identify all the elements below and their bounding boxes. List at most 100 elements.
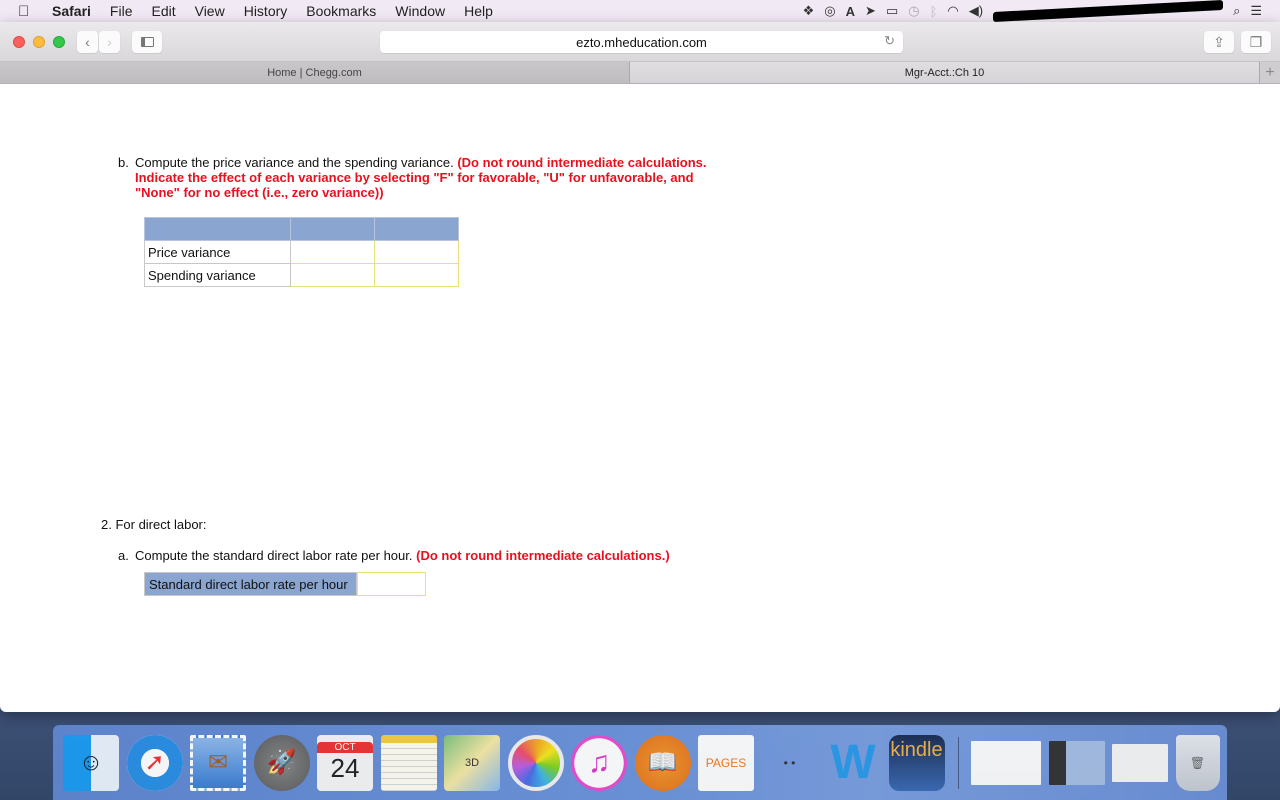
question-2-heading: 2. For direct labor: (101, 517, 207, 532)
safari-compass-icon: ➚ (144, 749, 165, 776)
tab-chegg[interactable]: Home | Chegg.com (0, 62, 630, 83)
dock-kindle[interactable]: kindle (888, 734, 945, 791)
time-machine-icon[interactable]: ◷ (908, 3, 919, 19)
window-controls (13, 35, 73, 48)
dock-photos[interactable] (507, 734, 564, 791)
chevron-left-icon: ‹ (85, 33, 90, 50)
menu-window[interactable]: Window (395, 3, 445, 19)
dock-popcorn-time[interactable]: • • (762, 735, 818, 791)
fullscreen-window-button[interactable] (53, 35, 65, 48)
safari-window: ‹ › ezto.mheducation.com ↻ ⇪ ❐ Home | Ch… (0, 22, 1280, 712)
kindle-icon: kindle (890, 738, 943, 761)
minimize-window-button[interactable] (33, 35, 45, 48)
notification-center-icon[interactable]: ☰ (1250, 3, 1262, 19)
dock-notes[interactable] (380, 734, 437, 791)
header-cell (290, 217, 375, 241)
tabs-icon: ❐ (1249, 33, 1263, 50)
menu-history[interactable]: History (244, 3, 288, 19)
menu-help[interactable]: Help (464, 3, 493, 19)
dock-separator (958, 736, 959, 789)
dock-pages[interactable]: PAGES (698, 734, 754, 791)
tab-label: Mgr-Acct.:Ch 10 (904, 66, 985, 79)
table-row: Spending variance (144, 263, 459, 287)
dock-mail[interactable]: ✉ (190, 734, 246, 791)
forward-button[interactable]: › (99, 30, 120, 53)
tab-label: Home | Chegg.com (267, 66, 362, 79)
question-part-b: b. Compute the price variance and the sp… (118, 155, 718, 200)
tab-mgr-acct[interactable]: Mgr-Acct.:Ch 10 (630, 62, 1260, 83)
page-content: b. Compute the price variance and the sp… (0, 84, 1280, 690)
dock-word[interactable]: W (825, 735, 881, 791)
mail-stamp-icon: ✉ (207, 749, 229, 776)
navigation-buttons: ‹ › (77, 30, 120, 53)
reload-icon[interactable]: ↻ (884, 33, 895, 49)
part-letter: a. (118, 548, 129, 563)
url-text: ezto.mheducation.com (576, 34, 707, 50)
tab-bar: Home | Chegg.com Mgr-Acct.:Ch 10 + (0, 62, 1280, 84)
sidebar-toggle-button[interactable] (132, 30, 162, 53)
menu-view[interactable]: View (195, 3, 225, 19)
header-cell (144, 217, 291, 241)
trash-icon: 🗑 (1189, 755, 1206, 770)
dock-finder[interactable]: ☺ (63, 734, 119, 791)
wifi-icon[interactable]: ◠ (947, 3, 958, 19)
dock-trash[interactable]: 🗑 (1175, 734, 1220, 791)
row-label: Spending variance (144, 263, 291, 287)
dock-launchpad[interactable]: 🚀 (253, 734, 310, 791)
maps-icon: 3D (464, 756, 480, 769)
dock-document-kindle[interactable] (1048, 740, 1105, 785)
bluetooth-icon[interactable]: ᛒ (930, 4, 938, 19)
volume-icon[interactable]: ◀) (969, 3, 983, 19)
dock-itunes[interactable]: ♫ (571, 734, 627, 791)
apple-menu-icon[interactable]:  (18, 3, 34, 20)
sidebar-icon (140, 36, 154, 47)
menu-bar:  Safari File Edit View History Bookmark… (0, 0, 1280, 23)
close-window-button[interactable] (13, 35, 25, 48)
question-2-part-a: a. Compute the standard direct labor rat… (118, 548, 670, 563)
spending-variance-amount-input[interactable] (294, 265, 371, 285)
header-cell (374, 217, 459, 241)
finder-icon: ☺ (78, 748, 104, 776)
menu-edit[interactable]: Edit (151, 3, 175, 19)
music-note-icon: ♫ (587, 745, 611, 779)
labor-rate-input[interactable] (358, 573, 425, 595)
menu-safari[interactable]: Safari (52, 3, 91, 19)
creative-cloud-icon[interactable]: ◎ (824, 3, 835, 19)
address-bar[interactable]: ezto.mheducation.com ↻ (380, 31, 903, 53)
row-label: Price variance (144, 240, 291, 264)
price-variance-effect-input[interactable] (378, 242, 455, 262)
dropbox-icon[interactable]: ❖ (803, 3, 815, 19)
share-button[interactable]: ⇪ (1204, 31, 1234, 53)
part-a-note: (Do not round intermediate calculations.… (416, 548, 670, 563)
adobe-icon[interactable]: A (846, 4, 855, 19)
back-button[interactable]: ‹ (77, 30, 98, 53)
price-variance-amount-input[interactable] (294, 242, 371, 262)
chevron-right-icon: › (107, 33, 112, 50)
status-menus: ❖ ◎ A ➤ ▭ ◷ ᛒ ◠ ◀) ⌕ ☰ (793, 0, 1280, 23)
new-tab-button[interactable]: + (1260, 62, 1280, 83)
dock-document-preview[interactable] (1112, 743, 1168, 782)
dock-calendar[interactable]: OCT 24 (317, 734, 373, 791)
browser-toolbar: ‹ › ezto.mheducation.com ↻ ⇪ ❐ (0, 22, 1280, 62)
plus-icon: + (1265, 63, 1275, 81)
dock-maps[interactable]: 3D (444, 734, 500, 791)
labor-rate-row: Standard direct labor rate per hour (144, 572, 426, 596)
spending-variance-effect-input[interactable] (378, 265, 455, 285)
variance-table: Price variance Spending variance (144, 217, 459, 287)
book-icon: 📖 (647, 749, 678, 776)
labor-rate-label: Standard direct labor rate per hour (144, 572, 357, 596)
calendar-day: 24 (330, 753, 360, 783)
spotlight-icon[interactable]: ⌕ (1233, 3, 1240, 19)
share-icon: ⇪ (1213, 33, 1225, 50)
calendar-month: OCT (317, 742, 373, 753)
show-all-tabs-button[interactable]: ❐ (1241, 31, 1271, 53)
menu-file[interactable]: File (110, 3, 133, 19)
word-icon: W (830, 736, 876, 789)
dock-document-pages[interactable] (971, 740, 1041, 785)
dock-ibooks[interactable]: 📖 (634, 734, 691, 791)
dock-safari[interactable]: ➚ (126, 734, 183, 791)
menu-bookmarks[interactable]: Bookmarks (306, 3, 376, 19)
airplay-icon[interactable]: ▭ (886, 3, 898, 19)
redacted-status-area (993, 0, 1224, 23)
location-icon: ➤ (865, 3, 876, 18)
